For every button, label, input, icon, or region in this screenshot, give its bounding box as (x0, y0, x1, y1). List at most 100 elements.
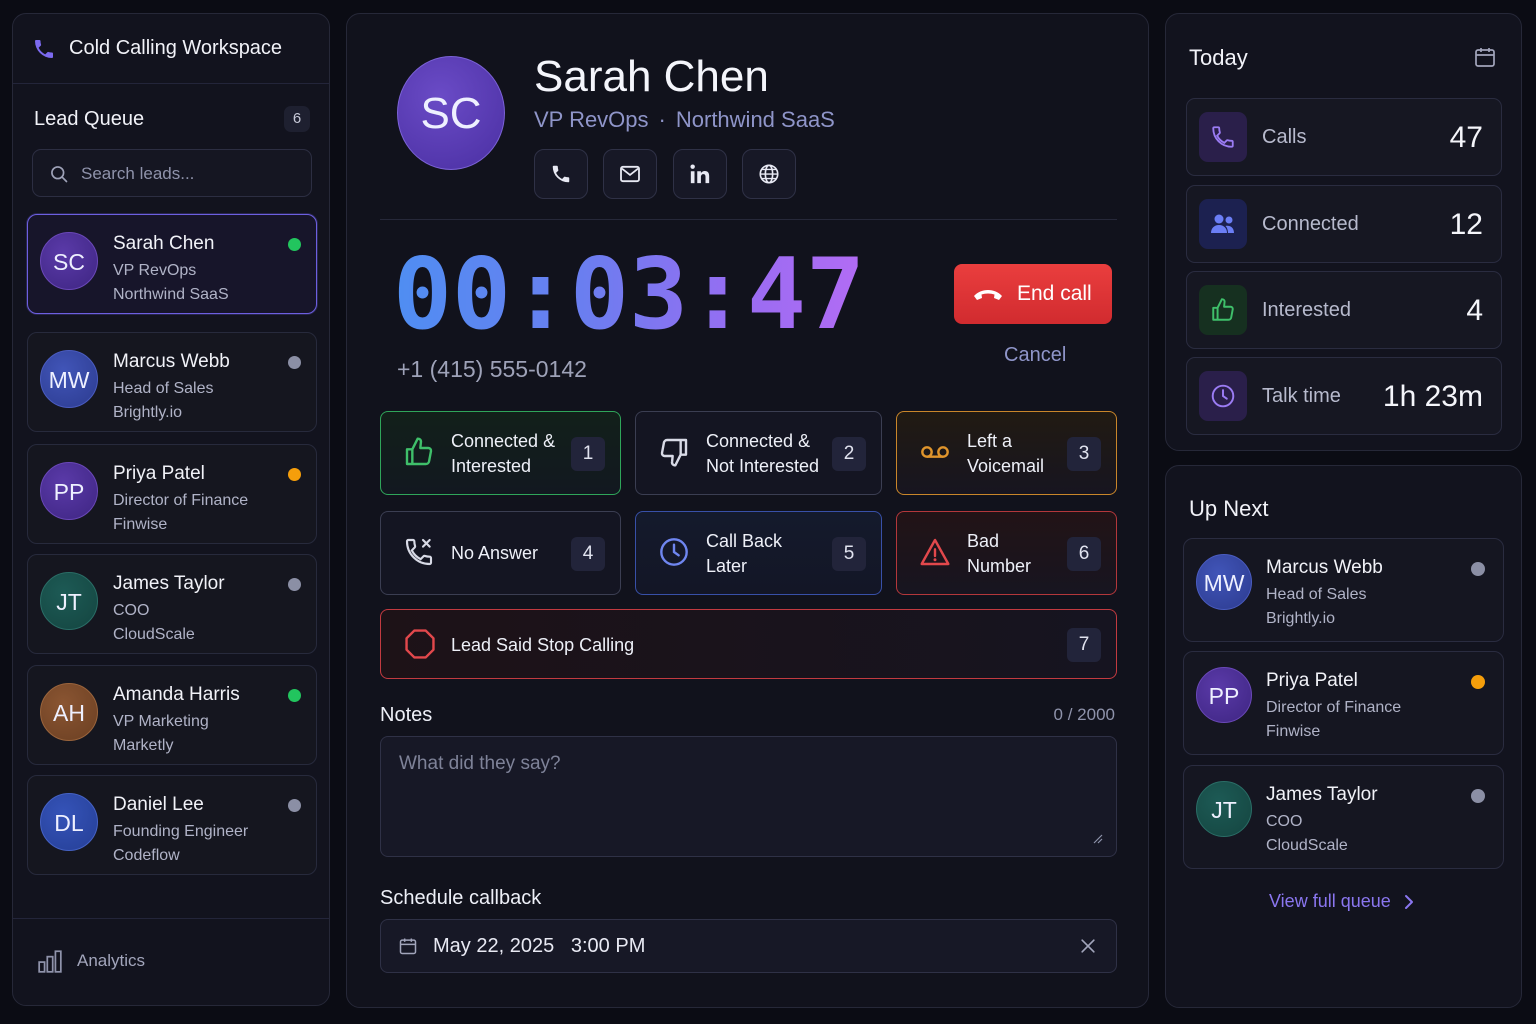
lead-company: Marketly (113, 737, 174, 754)
search-icon (51, 166, 68, 183)
avatar: DL (40, 793, 98, 851)
stat-label: Connected (1262, 213, 1359, 235)
search-input[interactable] (81, 162, 301, 186)
outcome-label: Call Back Later (706, 531, 783, 576)
notes-char-count: 0 / 2000 (1053, 705, 1115, 724)
stat-value: 1h 23m (1382, 380, 1483, 413)
lead-item-james-taylor[interactable]: JT James Taylor COO CloudScale (27, 554, 317, 654)
sidebar-divider (13, 918, 329, 919)
avatar: MW (1196, 554, 1252, 610)
globe-icon (759, 164, 779, 184)
lead-item-marcus-webb[interactable]: MW Marcus Webb Head of Sales Brightly.io (27, 332, 317, 432)
resize-grip-icon[interactable] (1091, 832, 1103, 844)
contact-company: Northwind SaaS (675, 107, 835, 132)
shortcut-key: 4 (571, 537, 605, 571)
phone-number: +1 (415) 555-0142 (397, 356, 587, 382)
lead-role: Founding Engineer (113, 823, 249, 840)
avatar: JT (1196, 781, 1252, 837)
up-next-item-priya-patel[interactable]: PP Priya Patel Director of Finance Finwi… (1183, 651, 1504, 755)
schedule-callback-field[interactable]: May 22, 2025 3:00 PM (380, 919, 1117, 973)
stat-value: 12 (1449, 208, 1483, 241)
call-timer: 00:03:47 (393, 238, 866, 352)
website-button[interactable] (742, 149, 796, 199)
stat-interested: Interested 4 (1186, 271, 1502, 349)
lead-name: Marcus Webb (113, 351, 230, 372)
phone-icon (1212, 126, 1234, 148)
up-next-item-marcus-webb[interactable]: MW Marcus Webb Head of Sales Brightly.io (1183, 538, 1504, 642)
outcome-label: Left a Voicemail (967, 431, 1045, 476)
search-box (32, 149, 312, 197)
calendar-icon[interactable] (1473, 45, 1497, 69)
chevron-right-icon (1405, 895, 1413, 909)
analytics-label: Analytics (77, 951, 146, 970)
view-full-queue-link[interactable]: View full queue (1269, 891, 1413, 912)
outcome-call-back-later[interactable]: Call Back Later 5 (635, 511, 882, 595)
contact-avatar: SC (397, 56, 505, 170)
outcome-connected-not-interested[interactable]: Connected & Not Interested 2 (635, 411, 882, 495)
lead-name: Daniel Lee (113, 794, 204, 815)
shortcut-key: 7 (1067, 628, 1101, 662)
contact-name: Sarah Chen (534, 52, 769, 101)
missed-call-icon (405, 538, 433, 566)
stat-connected: Connected 12 (1186, 185, 1502, 263)
outcome-left-voicemail[interactable]: Left a Voicemail 3 (896, 411, 1117, 495)
outcome-no-answer[interactable]: No Answer 4 (380, 511, 621, 595)
stop-icon (405, 629, 435, 659)
stat-icon-box (1199, 112, 1247, 162)
lead-company: CloudScale (1266, 837, 1348, 854)
lead-item-sarah-chen[interactable]: SC Sarah Chen VP RevOps Northwind SaaS (27, 214, 317, 314)
lead-item-amanda-harris[interactable]: AH Amanda Harris VP Marketing Marketly (27, 665, 317, 765)
lead-company: Finwise (113, 516, 168, 533)
stat-calls: Calls 47 (1186, 98, 1502, 176)
cancel-button[interactable]: Cancel (1004, 344, 1066, 367)
end-call-button[interactable]: End call (954, 264, 1112, 324)
lead-item-priya-patel[interactable]: PP Priya Patel Director of Finance Finwi… (27, 444, 317, 544)
avatar: JT (40, 572, 98, 630)
up-next-item-james-taylor[interactable]: JT James Taylor COO CloudScale (1183, 765, 1504, 869)
up-next-title: Up Next (1189, 496, 1269, 521)
outcome-stop-calling[interactable]: Lead Said Stop Calling 7 (380, 609, 1117, 679)
voicemail-icon (921, 446, 949, 458)
lead-name: James Taylor (1266, 784, 1378, 805)
lead-sidebar: Cold Calling Workspace Lead Queue 6 SC S… (12, 13, 330, 1006)
outcome-label: No Answer (451, 543, 539, 563)
linkedin-button[interactable] (673, 149, 727, 199)
contact-title: VP RevOps (534, 107, 649, 132)
clock-icon (1211, 384, 1235, 408)
status-dot-offline (288, 356, 301, 369)
meta-separator: · (658, 107, 666, 132)
outcome-connected-interested[interactable]: Connected & Interested 1 (380, 411, 621, 495)
lead-item-daniel-lee[interactable]: DL Daniel Lee Founding Engineer Codeflow (27, 775, 317, 875)
status-dot-online (288, 238, 301, 251)
status-dot-offline (1471, 562, 1485, 576)
phone-icon (552, 165, 570, 183)
call-contact-button[interactable] (534, 149, 588, 199)
outcome-label: Lead Said Stop Calling (451, 635, 635, 655)
lead-role: COO (113, 602, 150, 619)
hang-up-icon (974, 290, 1002, 300)
stat-value: 4 (1466, 294, 1483, 327)
lead-queue-count: 6 (284, 106, 310, 132)
email-contact-button[interactable] (603, 149, 657, 199)
clear-icon[interactable] (1078, 936, 1098, 956)
outcome-label: Connected & Not Interested (706, 431, 820, 476)
users-icon (1211, 214, 1234, 233)
bar-chart-icon (38, 950, 62, 973)
calendar-icon (399, 938, 417, 955)
shortcut-key: 1 (571, 437, 605, 471)
notes-textarea[interactable] (380, 736, 1117, 857)
today-title: Today (1189, 45, 1248, 70)
status-dot-online (288, 689, 301, 702)
header-divider (380, 219, 1117, 220)
up-next-panel: Up Next MW Marcus Webb Head of Sales Bri… (1165, 465, 1522, 1008)
lead-company: Finwise (1266, 723, 1321, 740)
status-dot-offline (288, 799, 301, 812)
stat-icon-box (1199, 371, 1247, 421)
warning-icon (920, 538, 950, 566)
outcome-label: Bad Number (967, 531, 1032, 576)
outcome-bad-number[interactable]: Bad Number 6 (896, 511, 1117, 595)
avatar: MW (40, 350, 98, 408)
lead-name: Priya Patel (1266, 670, 1358, 691)
status-dot-offline (288, 578, 301, 591)
sidebar-header: Cold Calling Workspace (13, 14, 329, 84)
